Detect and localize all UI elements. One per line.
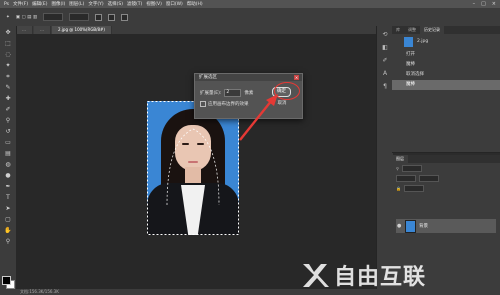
hand-tool-icon[interactable]: ✋ [4, 227, 12, 235]
history-panel: 库 调整 历史记录 2.jpg 打开 魔棒 取消选择 魔棒 [392, 26, 500, 153]
sample-all-layers-checkbox[interactable] [121, 13, 129, 21]
tab-document[interactable]: … [34, 26, 51, 34]
blend-mode-row [392, 173, 500, 183]
history-brush-icon[interactable]: ↺ [4, 128, 12, 136]
lock-row: 🔒 [392, 183, 500, 193]
watermark-text: 自由互联 [334, 265, 427, 290]
pen-tool-icon[interactable]: ✒ [4, 183, 12, 191]
path-selection-icon[interactable]: ➤ [4, 205, 12, 213]
layer-row[interactable]: ● 背景 [396, 219, 496, 233]
brush-settings-icon[interactable]: ✐ [381, 57, 389, 65]
menu-item[interactable]: 窗口(W) [166, 1, 183, 7]
contiguous-checkbox[interactable] [108, 13, 116, 21]
blur-tool-icon[interactable]: ◍ [4, 161, 12, 169]
color-swatches[interactable] [2, 276, 15, 289]
layer-filter-row: ⚲ [392, 163, 500, 173]
shape-tool-icon[interactable]: ▢ [4, 216, 12, 224]
gradient-tool-icon[interactable]: ▤ [4, 150, 12, 158]
magic-wand-icon[interactable]: ✦ [6, 15, 10, 20]
canvas-bounds-checkbox[interactable] [200, 101, 206, 107]
brush-tool-icon[interactable]: ✐ [4, 106, 12, 114]
filter-kind-icon[interactable]: ⚲ [396, 166, 399, 171]
dialog-close-icon[interactable]: × [294, 75, 299, 80]
crop-tool-icon[interactable]: ⌗ [4, 73, 12, 81]
anti-alias-checkbox[interactable] [95, 13, 103, 21]
blend-mode-select[interactable] [396, 174, 416, 182]
lock-icon[interactable]: 🔒 [396, 186, 401, 191]
history-item[interactable]: 取消选择 [392, 70, 500, 80]
options-bar: ✦ ▣ ▢ ▤ ▥ [0, 8, 500, 27]
fill-field[interactable] [403, 184, 424, 192]
type-tool-icon[interactable]: T [4, 194, 12, 202]
tab-libraries[interactable]: 库 [392, 26, 404, 34]
watermark: 自由互联 [300, 255, 500, 295]
menu-item[interactable]: 文字(Y) [88, 1, 103, 7]
status-text: 文档:156.3K/156.3K [20, 289, 59, 294]
healing-brush-icon[interactable]: ✚ [4, 95, 12, 103]
lasso-tool-icon[interactable]: ◌ [4, 51, 12, 59]
sample-size-field[interactable] [43, 13, 64, 21]
history-icon[interactable]: ⟲ [381, 31, 389, 39]
document-tabs: … … 2.jpg @ 100%(RGB/8#) [16, 26, 376, 34]
layer-thumbnail [405, 219, 416, 233]
menu-item[interactable]: 编辑(E) [32, 1, 47, 7]
selection-marquee [147, 101, 239, 235]
tools-panel: ✥ ⬚ ◌ ✦ ⌗ ✎ ✚ ✐ ⚲ ↺ ▭ ▤ ◍ ● ✒ T ➤ ▢ ✋ ⚲ [0, 26, 17, 295]
expand-amount-label: 扩展量(E): [200, 91, 222, 96]
dialog-title-bar[interactable]: 扩展选区 × [195, 74, 302, 81]
eraser-tool-icon[interactable]: ▭ [4, 139, 12, 147]
magic-wand-tool-icon[interactable]: ✦ [4, 62, 12, 70]
menu-item[interactable]: 帮助(H) [187, 1, 203, 7]
clone-stamp-icon[interactable]: ⚲ [4, 117, 12, 125]
history-item-selected[interactable]: 魔棒 [392, 80, 500, 90]
document-image[interactable] [147, 101, 239, 235]
visibility-eye-icon[interactable]: ● [397, 223, 401, 229]
menu-item[interactable]: 图像(I) [51, 1, 65, 7]
move-tool-icon[interactable]: ✥ [4, 29, 12, 37]
red-arrow-icon [239, 94, 278, 141]
tab-adjustments[interactable]: 调整 [404, 26, 420, 34]
snapshot-thumbnail [404, 37, 413, 47]
menu-item[interactable]: 文件(F) [13, 1, 28, 7]
selection-mode-icons[interactable]: ▣ ▢ ▤ ▥ [16, 15, 37, 20]
photoshop-logo[interactable]: Ps [4, 2, 9, 7]
layer-name: 背景 [419, 224, 428, 229]
tab-document[interactable]: … [16, 26, 33, 34]
marquee-tool-icon[interactable]: ⬚ [4, 40, 12, 48]
tab-layers[interactable]: 图层 [392, 155, 408, 163]
properties-icon[interactable]: ◧ [381, 44, 389, 52]
maximize-icon[interactable]: □ [481, 1, 486, 7]
menu-item[interactable]: 滤镜(T) [127, 1, 142, 7]
dialog-title: 扩展选区 [199, 75, 217, 80]
minimize-icon[interactable]: – [473, 1, 476, 7]
tab-history[interactable]: 历史记录 [420, 26, 444, 34]
history-item[interactable]: 打开 [392, 50, 500, 60]
zoom-tool-icon[interactable]: ⚲ [4, 238, 12, 246]
history-snapshot[interactable]: 2.jpg [392, 34, 500, 50]
snapshot-name: 2.jpg [417, 39, 429, 44]
eyedropper-tool-icon[interactable]: ✎ [4, 84, 12, 92]
menu-item[interactable]: 视图(V) [146, 1, 162, 7]
layers-panel-tabs: 图层 [392, 155, 500, 163]
window-controls: – □ × [473, 1, 496, 7]
menu-item[interactable]: 图层(L) [69, 1, 84, 7]
paragraph-icon[interactable]: ¶ [381, 83, 389, 91]
tab-document-active[interactable]: 2.jpg @ 100%(RGB/8#) [52, 26, 112, 34]
close-icon[interactable]: × [492, 1, 496, 7]
watermark-logo-icon [303, 264, 329, 287]
dodge-tool-icon[interactable]: ● [4, 172, 12, 180]
character-icon[interactable]: A [381, 70, 389, 78]
layer-filter-field[interactable] [401, 164, 422, 172]
history-item[interactable]: 魔棒 [392, 60, 500, 70]
opacity-field[interactable] [419, 174, 439, 182]
tolerance-field[interactable] [69, 13, 90, 21]
foreground-color-swatch[interactable] [2, 276, 11, 285]
menu-bar: Ps 文件(F) 编辑(E) 图像(I) 图层(L) 文字(Y) 选择(S) 滤… [0, 0, 500, 8]
history-panel-tabs: 库 调整 历史记录 [392, 26, 500, 34]
menu-item[interactable]: 选择(S) [108, 1, 123, 7]
